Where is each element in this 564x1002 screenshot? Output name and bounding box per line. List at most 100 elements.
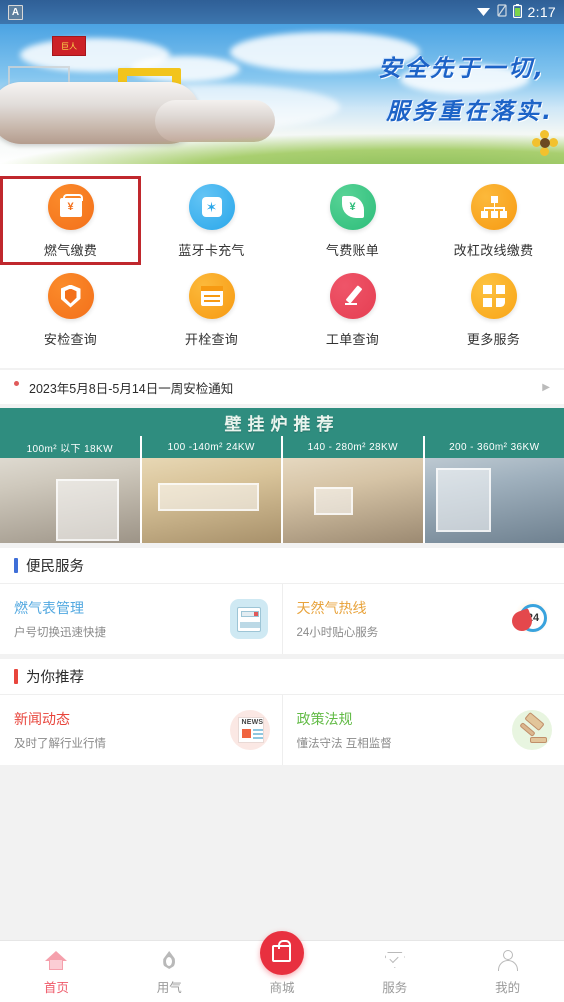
- card-news[interactable]: 新闻动态 及时了解行业行情 NEWS: [0, 695, 283, 765]
- grid-item-label: 气费账单: [325, 243, 380, 258]
- ad-cell-caption: 100m² 以下 18KW: [0, 436, 140, 458]
- banner-slogan-line1: 安全先于一切,: [378, 56, 546, 82]
- notice-text: 2023年5月8日-5月14日一周安检通知: [29, 381, 234, 396]
- gavel-icon: [512, 710, 552, 750]
- calendar-icon: [188, 273, 235, 319]
- card-title: 天然气热线: [296, 600, 367, 616]
- card-subtitle: 懂法守法 互相监督: [296, 738, 392, 750]
- card-text: 新闻动态 及时了解行业行情: [14, 709, 106, 751]
- boiler-ad-banner[interactable]: 壁挂炉推荐 100m² 以下 18KW 100 -140m² 24KW 140 …: [0, 408, 564, 543]
- signal-icon: [496, 4, 507, 20]
- grid-item-pipeline-change-payment[interactable]: 改杠改线缴费: [423, 176, 564, 265]
- card-text: 政策法规 懂法守法 互相监督: [297, 709, 392, 751]
- section-header: 便民服务: [0, 548, 564, 584]
- section-accent-bar: [14, 669, 18, 684]
- ad-cell[interactable]: 140 - 280m² 28KW: [283, 436, 425, 543]
- ad-cell[interactable]: 200 - 360m² 36KW: [424, 436, 564, 543]
- ad-title: 壁挂炉推荐: [0, 408, 564, 436]
- shield-check-icon: [382, 948, 408, 974]
- card-title: 政策法规: [296, 711, 353, 727]
- sunflower-decoration: [532, 130, 558, 156]
- tab-mine[interactable]: 我的: [451, 948, 564, 1002]
- news-badge: NEWS: [241, 719, 264, 726]
- wallet-yen-icon: ¥: [47, 184, 94, 230]
- section-recommended: 为你推荐 新闻动态 及时了解行业行情 NEWS 政策法规 懂法守法 互相监督: [0, 659, 564, 765]
- card-text: 燃气表管理 户号切换迅速快捷: [14, 598, 106, 640]
- bluetooth-icon: ✶: [188, 184, 235, 230]
- person-icon: [495, 948, 521, 974]
- hero-banner[interactable]: 巨人 安全先于一切, 服务重在落实.: [0, 24, 564, 164]
- ad-cell-caption: 100 -140m² 24KW: [141, 436, 281, 458]
- hotline-24-icon: 24: [509, 599, 552, 639]
- section-row: 燃气表管理 户号切换迅速快捷 天然气热线 24小时贴心服务 24: [0, 584, 564, 654]
- wifi-icon: [476, 5, 491, 20]
- tab-label: 我的: [495, 981, 521, 995]
- company-flag-logo: 巨人: [52, 36, 86, 56]
- grid-item-label: 开栓查询: [184, 332, 239, 347]
- flame-icon: [156, 948, 182, 974]
- leaf-yen-icon: ¥: [329, 184, 376, 230]
- gas-meter-icon: [229, 599, 270, 639]
- ad-cell-caption: 140 - 280m² 28KW: [283, 436, 423, 458]
- app-badge-icon: A: [8, 4, 23, 20]
- section-title: 为你推荐: [26, 670, 84, 686]
- network-icon: [470, 184, 517, 230]
- battery-icon: [512, 3, 522, 21]
- home-icon: [43, 948, 69, 974]
- section-convenience-services: 便民服务 燃气表管理 户号切换迅速快捷 天然气热线 24小时贴心服务 24: [0, 548, 564, 654]
- status-time: 2:17: [527, 4, 556, 20]
- tab-label: 商城: [269, 981, 295, 995]
- ad-cell-caption: 200 - 360m² 36KW: [424, 436, 564, 458]
- pipe-decoration: [118, 68, 180, 76]
- section-header: 为你推荐: [0, 659, 564, 695]
- notice-bar[interactable]: 2023年5月8日-5月14日一周安检通知 ▶: [0, 370, 564, 404]
- shield-icon: [47, 273, 94, 319]
- section-accent-bar: [14, 558, 18, 573]
- tab-label: 用气: [156, 981, 182, 995]
- grid-item-label: 更多服务: [466, 332, 521, 347]
- service-grid-card: ¥ 燃气缴费 ✶ 蓝牙卡充气 ¥ 气费账单 改杠改线缴费 安检查询 开栓查询 工…: [0, 164, 564, 368]
- grid-more-icon: [470, 273, 517, 319]
- banner-slogan-line2: 服务重在落实.: [386, 98, 554, 125]
- grid-item-gas-bill[interactable]: ¥ 气费账单: [282, 176, 423, 265]
- grid-item-label: 工单查询: [325, 332, 380, 347]
- card-subtitle: 户号切换迅速快捷: [14, 627, 106, 639]
- tab-label: 首页: [43, 981, 69, 995]
- grid-item-label: 燃气缴费: [43, 243, 98, 258]
- shop-bag-icon[interactable]: [259, 931, 304, 975]
- notice-dot-icon: [14, 380, 19, 386]
- tab-label: 服务: [382, 981, 408, 995]
- grid-item-label: 蓝牙卡充气: [178, 243, 245, 258]
- grid-item-work-order-query[interactable]: 工单查询: [282, 265, 423, 354]
- grid-item-bluetooth-recharge[interactable]: ✶ 蓝牙卡充气: [141, 176, 282, 265]
- bottom-tab-bar: 首页 用气 商城 服务 我的: [0, 931, 564, 1002]
- card-subtitle: 24小时贴心服务: [296, 627, 379, 639]
- tab-home[interactable]: 首页: [0, 948, 113, 1002]
- card-gas-meter-management[interactable]: 燃气表管理 户号切换迅速快捷: [0, 584, 283, 654]
- chevron-right-icon[interactable]: ▶: [542, 382, 550, 393]
- card-title: 燃气表管理: [14, 600, 84, 616]
- grass-decoration: [0, 134, 564, 164]
- tab-service[interactable]: 服务: [338, 948, 451, 1002]
- service-grid: ¥ 燃气缴费 ✶ 蓝牙卡充气 ¥ 气费账单 改杠改线缴费 安检查询 开栓查询 工…: [0, 176, 564, 354]
- ad-cell[interactable]: 100 -140m² 24KW: [141, 436, 283, 543]
- status-bar-right: 2:17: [476, 3, 556, 21]
- card-title: 新闻动态: [14, 711, 70, 727]
- grid-item-more-services[interactable]: 更多服务: [423, 265, 564, 354]
- banner-slogan: 安全先于一切, 服务重在落实.: [378, 52, 551, 129]
- grid-item-safety-inspection-query[interactable]: 安检查询: [0, 265, 141, 354]
- grid-item-gas-payment[interactable]: ¥ 燃气缴费: [0, 176, 141, 265]
- status-bar-left: A: [8, 4, 23, 20]
- grid-item-valve-open-query[interactable]: 开栓查询: [141, 265, 282, 354]
- ad-cell[interactable]: 100m² 以下 18KW: [0, 436, 142, 543]
- grid-item-label: 安检查询: [43, 332, 98, 347]
- section-row: 新闻动态 及时了解行业行情 NEWS 政策法规 懂法守法 互相监督: [0, 695, 564, 765]
- pencil-icon: [329, 273, 376, 319]
- card-text: 天然气热线 24小时贴心服务: [297, 598, 379, 640]
- grid-item-label: 改杠改线缴费: [453, 243, 534, 258]
- card-natural-gas-hotline[interactable]: 天然气热线 24小时贴心服务 24: [283, 584, 564, 654]
- card-policies-regulations[interactable]: 政策法规 懂法守法 互相监督: [283, 695, 564, 765]
- tab-gas-usage[interactable]: 用气: [113, 948, 226, 1002]
- tab-mall[interactable]: 商城: [226, 931, 339, 1002]
- ad-cells: 100m² 以下 18KW 100 -140m² 24KW 140 - 280m…: [0, 436, 564, 543]
